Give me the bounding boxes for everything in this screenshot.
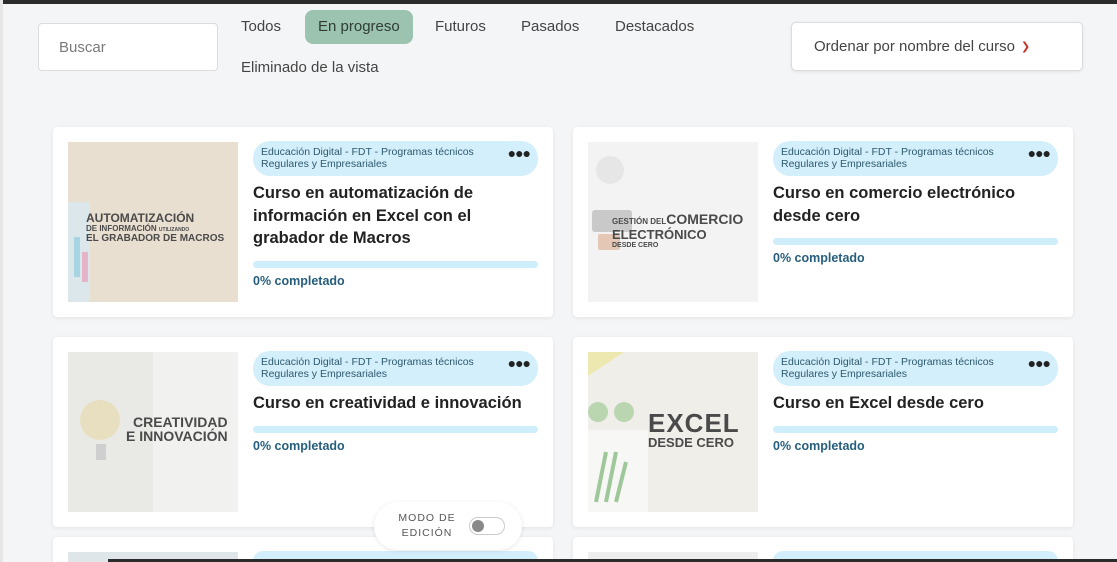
- thumb-line-2: DE INFORMACIÓN: [86, 224, 157, 233]
- course-category: Educación Digital - FDT - Programas técn…: [773, 141, 1058, 176]
- thumb-line-1: EXCEL: [648, 408, 740, 438]
- left-border: [0, 0, 3, 562]
- course-image: EXCEL DESDE CERO: [588, 352, 758, 512]
- course-category-text: Educación Digital - FDT - Programas técn…: [261, 356, 474, 380]
- thumb-line-3: EL GRABADOR DE MACROS: [86, 233, 225, 244]
- edit-mode-label: MODO DE EDICIÓN: [398, 512, 456, 539]
- tab-todos[interactable]: Todos: [241, 10, 281, 44]
- thumb-line-1b: COMERCIO: [666, 211, 744, 227]
- thumb-line-1: AUTOMATIZACIÓN: [86, 211, 195, 225]
- toggle-knob: [472, 520, 484, 532]
- course-image: CREATIVIDAD E INNOVACIÓN: [68, 352, 238, 512]
- tab-pasados[interactable]: Pasados: [521, 10, 579, 44]
- course-image: GESTIÓN DELCOMERCIO ELECTRÓNICO DESDE CE…: [588, 142, 758, 302]
- tab-en-progreso[interactable]: En progreso: [305, 10, 413, 44]
- course-image: AUTOMATIZACIÓN DE INFORMACIÓN UTILIZANDO…: [68, 142, 238, 302]
- chevron-down-icon: ❯: [1020, 41, 1031, 53]
- thumb-line-1: GESTIÓN DEL: [612, 217, 667, 226]
- progress-label: 0% completado: [773, 251, 865, 265]
- thumb-line-2: ELECTRÓNICO: [612, 227, 707, 242]
- thumb-line-1: CREATIVIDAD: [133, 414, 228, 430]
- progress-bar: [773, 426, 1058, 433]
- course-title[interactable]: Curso en automatización de información e…: [253, 182, 543, 250]
- tab-eliminado-de-la-vista[interactable]: Eliminado de la vista: [241, 51, 379, 85]
- course-category: Educación Digital - FDT - Programas técn…: [253, 141, 538, 176]
- progress-bar: [773, 238, 1058, 245]
- progress-bar: [253, 426, 538, 433]
- progress-label: 0% completado: [253, 439, 345, 453]
- course-title[interactable]: Curso en Excel desde cero: [773, 392, 1063, 415]
- progress-label: 0% completado: [253, 274, 345, 288]
- course-category-text: Educación Digital - FDT - Programas técn…: [781, 146, 994, 170]
- top-border: [0, 0, 1117, 4]
- progress-label: 0% completado: [773, 439, 865, 453]
- thumb-line-3: DESDE CERO: [612, 242, 659, 249]
- more-dots-icon[interactable]: ●●●: [1028, 146, 1051, 160]
- course-category-text: Educación Digital - FDT - Programas técn…: [261, 146, 474, 170]
- course-category: Educación Digital - FDT - Programas técn…: [773, 351, 1058, 386]
- more-dots-icon[interactable]: ●●●: [1028, 356, 1051, 370]
- course-card[interactable]: CREATIVIDAD E INNOVACIÓN Educación Digit…: [53, 337, 553, 527]
- thumb-line-2: E INNOVACIÓN: [126, 428, 228, 444]
- tab-futuros[interactable]: Futuros: [435, 10, 486, 44]
- more-dots-icon[interactable]: ●●●: [508, 356, 531, 370]
- course-title[interactable]: Curso en creatividad e innovación: [253, 392, 543, 415]
- sort-label: Ordenar por nombre del curso: [814, 38, 1015, 55]
- course-card[interactable]: EXCEL DESDE CERO Educación Digital - FDT…: [573, 337, 1073, 527]
- course-category: Educación Digital - FDT - Programas técn…: [253, 351, 538, 386]
- progress-bar: [253, 261, 538, 268]
- sort-dropdown[interactable]: Ordenar por nombre del curso ❯: [791, 22, 1083, 71]
- edit-mode-toggle[interactable]: [469, 517, 505, 535]
- course-card[interactable]: AUTOMATIZACIÓN DE INFORMACIÓN UTILIZANDO…: [53, 127, 553, 317]
- course-title[interactable]: Curso en comercio electrónico desde cero: [773, 182, 1063, 227]
- course-category-text: Educación Digital - FDT - Programas técn…: [781, 356, 994, 380]
- thumb-line-2: DESDE CERO: [648, 435, 734, 450]
- edit-mode-panel: MODO DE EDICIÓN: [374, 502, 522, 550]
- search-input[interactable]: [38, 23, 218, 71]
- more-dots-icon[interactable]: ●●●: [508, 146, 531, 160]
- tab-destacados[interactable]: Destacados: [615, 10, 694, 44]
- course-card[interactable]: GESTIÓN DELCOMERCIO ELECTRÓNICO DESDE CE…: [573, 127, 1073, 317]
